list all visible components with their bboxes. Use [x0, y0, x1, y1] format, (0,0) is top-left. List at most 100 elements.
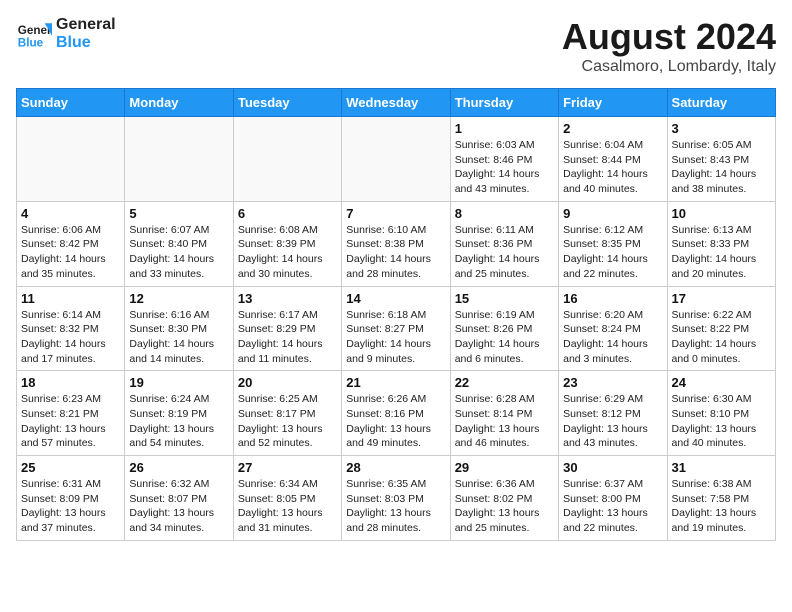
- day-info: Sunrise: 6:25 AM Sunset: 8:17 PM Dayligh…: [238, 392, 337, 451]
- day-cell: 20 Sunrise: 6:25 AM Sunset: 8:17 PM Dayli…: [233, 371, 341, 456]
- day-info: Sunrise: 6:35 AM Sunset: 8:03 PM Dayligh…: [346, 477, 445, 536]
- day-cell: 24 Sunrise: 6:30 AM Sunset: 8:10 PM Dayli…: [667, 371, 775, 456]
- day-number: 25: [21, 460, 120, 475]
- day-cell: 29 Sunrise: 6:36 AM Sunset: 8:02 PM Dayli…: [450, 456, 558, 541]
- day-cell: 14Sunrise: 6:18 AM Sunset: 8:27 PM Dayli…: [342, 286, 450, 371]
- day-number: 11: [21, 291, 120, 306]
- day-cell: 8Sunrise: 6:11 AM Sunset: 8:36 PM Daylig…: [450, 201, 558, 286]
- svg-text:Blue: Blue: [18, 37, 44, 50]
- day-info: Sunrise: 6:37 AM Sunset: 8:00 PM Dayligh…: [563, 477, 662, 536]
- week-row-4: 18 Sunrise: 6:23 AM Sunset: 8:21 PM Dayli…: [17, 371, 776, 456]
- day-cell: [342, 117, 450, 202]
- day-cell: [17, 117, 125, 202]
- day-cell: 13Sunrise: 6:17 AM Sunset: 8:29 PM Dayli…: [233, 286, 341, 371]
- day-info: Sunrise: 6:12 AM Sunset: 8:35 PM Dayligh…: [563, 223, 662, 282]
- day-cell: 18 Sunrise: 6:23 AM Sunset: 8:21 PM Dayli…: [17, 371, 125, 456]
- day-cell: 26Sunrise: 6:32 AM Sunset: 8:07 PM Dayli…: [125, 456, 233, 541]
- day-info: Sunrise: 6:32 AM Sunset: 8:07 PM Dayligh…: [129, 477, 228, 536]
- day-info: Sunrise: 6:19 AM Sunset: 8:26 PM Dayligh…: [455, 308, 554, 367]
- day-number: 13: [238, 291, 337, 306]
- day-number: 15: [455, 291, 554, 306]
- day-cell: 27Sunrise: 6:34 AM Sunset: 8:05 PM Dayli…: [233, 456, 341, 541]
- day-info: Sunrise: 6:07 AM Sunset: 8:40 PM Dayligh…: [129, 223, 228, 282]
- day-cell: 16 Sunrise: 6:20 AM Sunset: 8:24 PM Dayli…: [559, 286, 667, 371]
- day-number: 21: [346, 375, 445, 390]
- day-info: Sunrise: 6:26 AM Sunset: 8:16 PM Dayligh…: [346, 392, 445, 451]
- day-info: Sunrise: 6:08 AM Sunset: 8:39 PM Dayligh…: [238, 223, 337, 282]
- calendar-title: August 2024: [562, 16, 776, 58]
- day-info: Sunrise: 6:22 AM Sunset: 8:22 PM Dayligh…: [672, 308, 771, 367]
- day-info: Sunrise: 6:24 AM Sunset: 8:19 PM Dayligh…: [129, 392, 228, 451]
- logo-line2: Blue: [56, 34, 116, 52]
- day-number: 29: [455, 460, 554, 475]
- day-number: 12: [129, 291, 228, 306]
- day-cell: 21 Sunrise: 6:26 AM Sunset: 8:16 PM Dayli…: [342, 371, 450, 456]
- day-cell: 5 Sunrise: 6:07 AM Sunset: 8:40 PM Daylig…: [125, 201, 233, 286]
- week-row-2: 4Sunrise: 6:06 AM Sunset: 8:42 PM Daylig…: [17, 201, 776, 286]
- day-info: Sunrise: 6:16 AM Sunset: 8:30 PM Dayligh…: [129, 308, 228, 367]
- week-row-5: 25 Sunrise: 6:31 AM Sunset: 8:09 PM Dayli…: [17, 456, 776, 541]
- week-row-1: 1Sunrise: 6:03 AM Sunset: 8:46 PM Daylig…: [17, 117, 776, 202]
- calendar-subtitle: Casalmoro, Lombardy, Italy: [562, 58, 776, 76]
- day-cell: 12 Sunrise: 6:16 AM Sunset: 8:30 PM Dayli…: [125, 286, 233, 371]
- day-cell: 1Sunrise: 6:03 AM Sunset: 8:46 PM Daylig…: [450, 117, 558, 202]
- day-number: 20: [238, 375, 337, 390]
- day-number: 19: [129, 375, 228, 390]
- day-info: Sunrise: 6:10 AM Sunset: 8:38 PM Dayligh…: [346, 223, 445, 282]
- day-info: Sunrise: 6:11 AM Sunset: 8:36 PM Dayligh…: [455, 223, 554, 282]
- weekday-monday: Monday: [125, 89, 233, 117]
- day-info: Sunrise: 6:20 AM Sunset: 8:24 PM Dayligh…: [563, 308, 662, 367]
- weekday-wednesday: Wednesday: [342, 89, 450, 117]
- day-info: Sunrise: 6:29 AM Sunset: 8:12 PM Dayligh…: [563, 392, 662, 451]
- day-info: Sunrise: 6:23 AM Sunset: 8:21 PM Dayligh…: [21, 392, 120, 451]
- day-number: 23: [563, 375, 662, 390]
- day-number: 14: [346, 291, 445, 306]
- day-cell: 2 Sunrise: 6:04 AM Sunset: 8:44 PM Daylig…: [559, 117, 667, 202]
- weekday-sunday: Sunday: [17, 89, 125, 117]
- day-number: 6: [238, 206, 337, 221]
- day-number: 4: [21, 206, 120, 221]
- day-number: 16: [563, 291, 662, 306]
- day-cell: 10 Sunrise: 6:13 AM Sunset: 8:33 PM Dayli…: [667, 201, 775, 286]
- day-cell: 4Sunrise: 6:06 AM Sunset: 8:42 PM Daylig…: [17, 201, 125, 286]
- day-info: Sunrise: 6:30 AM Sunset: 8:10 PM Dayligh…: [672, 392, 771, 451]
- day-number: 18: [21, 375, 120, 390]
- day-cell: 7Sunrise: 6:10 AM Sunset: 8:38 PM Daylig…: [342, 201, 450, 286]
- day-info: Sunrise: 6:28 AM Sunset: 8:14 PM Dayligh…: [455, 392, 554, 451]
- page-header: General Blue General Blue August 2024 Ca…: [16, 16, 776, 76]
- day-number: 31: [672, 460, 771, 475]
- day-cell: [233, 117, 341, 202]
- day-number: 22: [455, 375, 554, 390]
- day-info: Sunrise: 6:14 AM Sunset: 8:32 PM Dayligh…: [21, 308, 120, 367]
- day-info: Sunrise: 6:13 AM Sunset: 8:33 PM Dayligh…: [672, 223, 771, 282]
- day-info: Sunrise: 6:38 AM Sunset: 7:58 PM Dayligh…: [672, 477, 771, 536]
- day-cell: [125, 117, 233, 202]
- logo-line1: General: [56, 16, 116, 34]
- day-number: 27: [238, 460, 337, 475]
- day-cell: 30 Sunrise: 6:37 AM Sunset: 8:00 PM Dayli…: [559, 456, 667, 541]
- day-info: Sunrise: 6:31 AM Sunset: 8:09 PM Dayligh…: [21, 477, 120, 536]
- day-number: 5: [129, 206, 228, 221]
- day-number: 24: [672, 375, 771, 390]
- day-cell: 22 Sunrise: 6:28 AM Sunset: 8:14 PM Dayli…: [450, 371, 558, 456]
- day-cell: 9Sunrise: 6:12 AM Sunset: 8:35 PM Daylig…: [559, 201, 667, 286]
- day-info: Sunrise: 6:36 AM Sunset: 8:02 PM Dayligh…: [455, 477, 554, 536]
- day-number: 28: [346, 460, 445, 475]
- day-cell: 11 Sunrise: 6:14 AM Sunset: 8:32 PM Dayli…: [17, 286, 125, 371]
- day-number: 3: [672, 121, 771, 136]
- weekday-header-row: SundayMondayTuesdayWednesdayThursdayFrid…: [17, 89, 776, 117]
- week-row-3: 11 Sunrise: 6:14 AM Sunset: 8:32 PM Dayli…: [17, 286, 776, 371]
- weekday-saturday: Saturday: [667, 89, 775, 117]
- day-info: Sunrise: 6:03 AM Sunset: 8:46 PM Dayligh…: [455, 138, 554, 197]
- day-cell: 3 Sunrise: 6:05 AM Sunset: 8:43 PM Daylig…: [667, 117, 775, 202]
- weekday-thursday: Thursday: [450, 89, 558, 117]
- day-info: Sunrise: 6:05 AM Sunset: 8:43 PM Dayligh…: [672, 138, 771, 197]
- day-cell: 23 Sunrise: 6:29 AM Sunset: 8:12 PM Dayli…: [559, 371, 667, 456]
- day-number: 10: [672, 206, 771, 221]
- day-number: 2: [563, 121, 662, 136]
- day-number: 30: [563, 460, 662, 475]
- day-cell: 25 Sunrise: 6:31 AM Sunset: 8:09 PM Dayli…: [17, 456, 125, 541]
- day-info: Sunrise: 6:04 AM Sunset: 8:44 PM Dayligh…: [563, 138, 662, 197]
- title-block: August 2024 Casalmoro, Lombardy, Italy: [562, 16, 776, 76]
- day-cell: 31 Sunrise: 6:38 AM Sunset: 7:58 PM Dayli…: [667, 456, 775, 541]
